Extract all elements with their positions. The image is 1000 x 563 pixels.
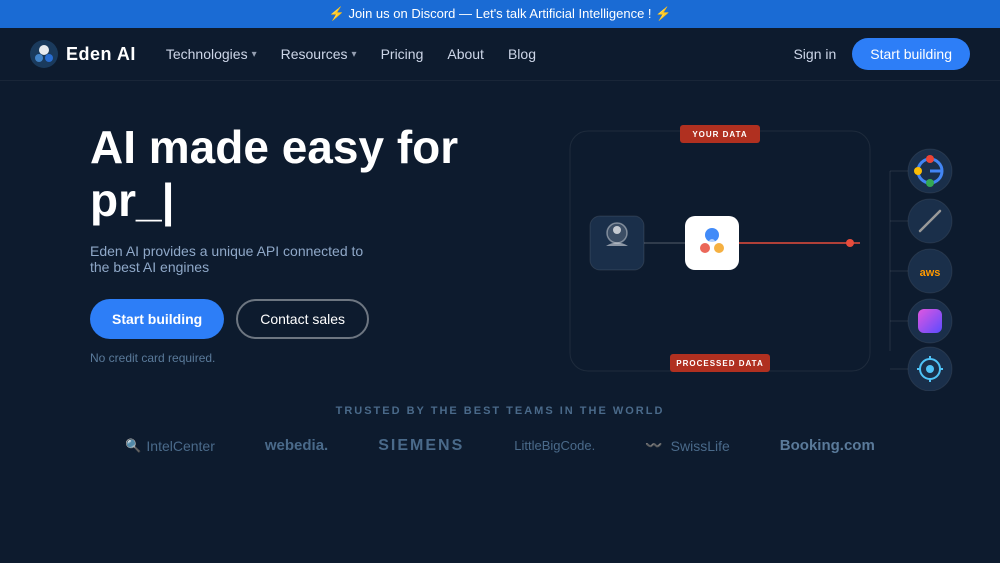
cursor: | [162, 174, 175, 226]
brand-siemens: SIEMENS [378, 437, 464, 455]
no-credit-text: No credit card required. [90, 351, 940, 365]
brand-littlebigcode: LittleBigCode. [514, 438, 595, 453]
nav-pricing[interactable]: Pricing [381, 46, 424, 62]
trusted-label: TRUSTED BY THE BEST TEAMS IN THE WORLD [0, 405, 1000, 417]
hero-description: Eden AI provides a unique API connected … [90, 243, 370, 275]
intelcenter-icon: 🔍 [125, 438, 141, 454]
signin-button[interactable]: Sign in [793, 46, 836, 62]
nav-resources[interactable]: Resources ▾ [281, 46, 357, 62]
brand-intelcenter: 🔍 IntelCenter [125, 438, 215, 454]
start-building-button[interactable]: Start building [90, 299, 224, 339]
swisslife-icon: 〰️ [645, 437, 662, 454]
brand-swisslife: 〰️ SwissLife [645, 437, 730, 454]
top-banner[interactable]: ⚡ Join us on Discord — Let's talk Artifi… [0, 0, 1000, 28]
chevron-down-icon: ▾ [352, 49, 357, 60]
start-building-button-nav[interactable]: Start building [852, 38, 970, 70]
nav-actions: Sign in Start building [793, 38, 970, 70]
brand-logos: 🔍 IntelCenter webedia. SIEMENS LittleBig… [0, 437, 1000, 455]
nav-links: Technologies ▾ Resources ▾ Pricing About… [166, 46, 794, 62]
nav-about[interactable]: About [447, 46, 484, 62]
eden-logo-icon [30, 40, 58, 68]
nav-blog[interactable]: Blog [508, 46, 536, 62]
contact-sales-button[interactable]: Contact sales [236, 299, 369, 339]
logo[interactable]: Eden AI [30, 40, 136, 68]
banner-text: ⚡ Join us on Discord — Let's talk Artifi… [329, 6, 672, 21]
logo-text: Eden AI [66, 44, 136, 65]
brand-webedia: webedia. [265, 437, 328, 454]
hero-title: AI made easy for pr_| [90, 121, 940, 227]
hero-buttons: Start building Contact sales [90, 299, 940, 339]
hero-section: AI made easy for pr_| Eden AI provides a… [0, 81, 1000, 385]
brand-booking: Booking.com [780, 437, 875, 454]
hero-left: AI made easy for pr_| Eden AI provides a… [90, 121, 940, 365]
chevron-down-icon: ▾ [252, 49, 257, 60]
trusted-section: TRUSTED BY THE BEST TEAMS IN THE WORLD 🔍… [0, 385, 1000, 471]
navbar: Eden AI Technologies ▾ Resources ▾ Prici… [0, 28, 1000, 81]
nav-technologies[interactable]: Technologies ▾ [166, 46, 257, 62]
hero-title-animated: pr_ [90, 174, 162, 226]
